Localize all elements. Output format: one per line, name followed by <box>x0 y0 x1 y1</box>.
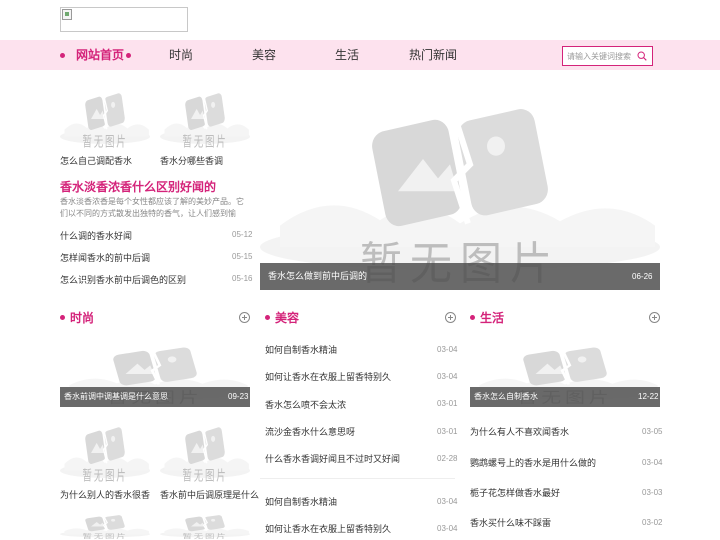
thumb-caption[interactable]: 香水分哪些香调 <box>160 154 223 167</box>
nav-fashion[interactable]: 时尚 <box>169 40 193 70</box>
list-item-date: 03-03 <box>642 488 663 497</box>
list-item[interactable]: 流沙金香水什么意思呀 <box>265 425 355 438</box>
list-item-date: 03-04 <box>437 372 458 381</box>
nav-home[interactable]: 网站首页 <box>76 40 124 70</box>
list-item-date: 05-15 <box>232 252 253 261</box>
section-header-life: 生活 <box>470 309 660 327</box>
list-item-date: 03-01 <box>437 399 458 408</box>
section-header-beauty: 美容 <box>265 309 456 327</box>
list-item[interactable]: 什么香水香调好闻且不过时又好闻 <box>265 452 400 465</box>
list-item[interactable]: 栀子花怎样做香水最好 <box>470 486 560 499</box>
site-logo[interactable] <box>60 7 188 32</box>
fashion-featured-date: 09-23 <box>228 392 249 401</box>
list-item[interactable]: 鹦鹉螺号上的香水是用什么做的 <box>470 456 596 469</box>
life-featured-title[interactable]: 香水怎么自制香水 <box>474 387 538 407</box>
nav-hot-news[interactable]: 热门新闻 <box>409 40 457 70</box>
more-plus-icon[interactable] <box>239 312 250 323</box>
nav-active-dot-left <box>60 53 65 58</box>
feature-title[interactable]: 香水淡香浓香什么区别好闻的 <box>60 178 216 195</box>
section-dot <box>60 315 65 320</box>
section-title[interactable]: 美容 <box>275 309 299 327</box>
thumb-image[interactable] <box>160 86 250 150</box>
list-item-date: 03-04 <box>437 524 458 533</box>
section-dot <box>470 315 475 320</box>
banner-title[interactable]: 香水怎么做到前中后调的 <box>268 263 367 290</box>
thumb-image[interactable] <box>160 512 250 540</box>
more-plus-icon[interactable] <box>445 312 456 323</box>
list-item-date: 03-01 <box>437 427 458 436</box>
banner-date: 06-26 <box>632 272 653 281</box>
list-item[interactable]: 香水买什么味不踩雷 <box>470 516 551 529</box>
section-divider <box>260 478 455 479</box>
thumb-image[interactable] <box>60 86 150 150</box>
search-box <box>562 46 653 66</box>
nav-beauty[interactable]: 美容 <box>252 40 276 70</box>
list-item[interactable]: 什么调的香水好闻 <box>60 229 132 242</box>
list-item[interactable]: 如何自制香水精油 <box>265 343 337 356</box>
list-item[interactable]: 怎么识别香水前中后调色的区别 <box>60 273 186 286</box>
list-item-date: 05-12 <box>232 230 253 239</box>
list-item[interactable]: 如何让香水在衣服上留香特别久 <box>265 370 391 383</box>
list-item-date: 03-02 <box>642 518 663 527</box>
list-item[interactable]: 为什么有人不喜欢闻香水 <box>470 425 569 438</box>
nav-active-dot-right <box>126 53 131 58</box>
thumb-caption[interactable]: 怎么自己调配香水 <box>60 154 132 167</box>
list-item-date: 03-04 <box>437 497 458 506</box>
nav-life[interactable]: 生活 <box>335 40 359 70</box>
thumb-caption[interactable]: 香水前中后调原理是什么 <box>160 488 259 501</box>
list-item-date: 05-16 <box>232 274 253 283</box>
list-item-date: 03-05 <box>642 427 663 436</box>
thumb-caption[interactable]: 为什么别人的香水很香 <box>60 488 150 501</box>
list-item-date: 02-28 <box>437 454 458 463</box>
list-item[interactable]: 如何自制香水精油 <box>265 495 337 508</box>
thumb-image[interactable] <box>60 420 150 484</box>
list-item-date: 03-04 <box>437 345 458 354</box>
broken-image-icon <box>62 9 72 20</box>
thumb-image[interactable] <box>160 420 250 484</box>
list-item[interactable]: 如何让香水在衣服上留香特别久 <box>265 522 391 535</box>
list-item[interactable]: 怎样闻香水的前中后调 <box>60 251 150 264</box>
more-plus-icon[interactable] <box>649 312 660 323</box>
section-header-fashion: 时尚 <box>60 309 250 327</box>
section-dot <box>265 315 270 320</box>
list-item[interactable]: 香水怎么喷不会太浓 <box>265 398 346 411</box>
thumb-image[interactable] <box>60 512 150 540</box>
section-title[interactable]: 生活 <box>480 309 504 327</box>
fashion-featured-title[interactable]: 香水前调中调基调是什么意思 <box>64 387 168 407</box>
list-item-date: 03-04 <box>642 458 663 467</box>
life-featured-date: 12-22 <box>638 392 659 401</box>
banner-image[interactable] <box>260 86 660 290</box>
feature-description: 香水淡香浓香是每个女性都应该了解的美妙产品。它们以不同的方式散发出独特的香气，让… <box>60 197 244 218</box>
search-input[interactable] <box>563 47 633 65</box>
search-icon[interactable] <box>637 51 647 61</box>
section-title[interactable]: 时尚 <box>70 309 94 327</box>
